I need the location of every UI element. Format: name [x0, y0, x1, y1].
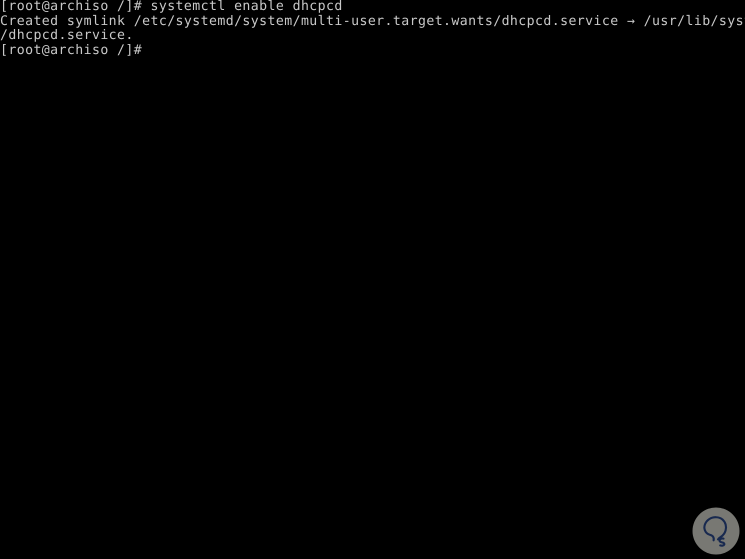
terminal-line: [root@archiso /]# systemctl enable dhcpc… [0, 0, 343, 14]
terminal-prompt-line: [root@archiso /]# [0, 43, 143, 59]
terminal-line: /dhcpcd.service. [0, 28, 134, 44]
terminal-line: Created symlink /etc/systemd/system/mult… [0, 13, 745, 29]
watermark-circle [692, 507, 740, 555]
watermark-bulb-right-arc [716, 518, 728, 541]
watermark-tail-swoosh [718, 537, 726, 547]
terminal-output: [root@archiso /]# systemctl enable dhcpc… [0, 0, 745, 59]
watermark-bulb-left-arc [703, 516, 724, 542]
solvetic-logo-watermark [692, 507, 740, 555]
terminal-screen[interactable]: [root@archiso /]# systemctl enable dhcpc… [0, 0, 745, 559]
